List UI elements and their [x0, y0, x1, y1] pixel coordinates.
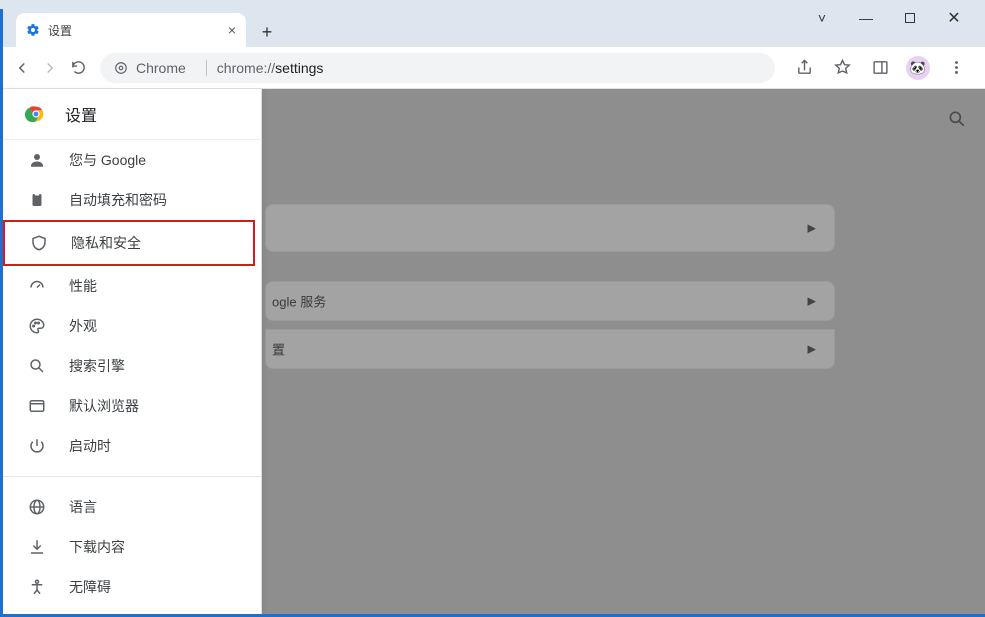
- power-icon: [27, 436, 47, 456]
- sidebar-item-languages[interactable]: 语言: [3, 487, 261, 527]
- back-button[interactable]: [8, 54, 36, 82]
- window-controls: ˅ — ✕: [813, 0, 985, 36]
- download-icon: [27, 537, 47, 557]
- address-bar[interactable]: Chrome chrome://settings: [100, 53, 775, 83]
- tab-settings[interactable]: 设置 ×: [16, 13, 246, 47]
- browser-menu-icon[interactable]: [941, 53, 971, 83]
- window-maximize-button[interactable]: [901, 10, 919, 26]
- profile-avatar[interactable]: 🐼: [903, 53, 933, 83]
- gear-icon: [26, 23, 40, 37]
- new-tab-button[interactable]: +: [252, 17, 282, 47]
- chrome-logo-icon: [25, 103, 47, 125]
- shield-icon: [29, 233, 49, 253]
- sidebar-item-label: 搜索引擎: [69, 356, 125, 376]
- sidebar-item-performance[interactable]: 性能: [3, 266, 261, 306]
- sidebar-item-accessibility[interactable]: 无障碍: [3, 567, 261, 607]
- reload-button[interactable]: [64, 54, 92, 82]
- browser-toolbar: Chrome chrome://settings 🐼: [0, 47, 985, 89]
- sidebar-item-autofill[interactable]: 自动填充和密码: [3, 180, 261, 220]
- sidebar-item-label: 外观: [69, 316, 97, 336]
- sidebar-title: 设置: [65, 102, 97, 126]
- sidebar-item-label: 语言: [69, 497, 97, 517]
- globe-icon: [27, 497, 47, 517]
- sidebar-item-label: 自动填充和密码: [69, 190, 167, 210]
- chevron-right-icon: ▶: [808, 222, 816, 235]
- tab-close-icon[interactable]: ×: [228, 22, 236, 38]
- sidebar-item-on-startup[interactable]: 启动时: [3, 426, 261, 466]
- sidebar-item-label: 您与 Google: [69, 150, 146, 170]
- window-frame: [0, 9, 3, 617]
- side-panel-icon[interactable]: [865, 53, 895, 83]
- share-icon[interactable]: [789, 53, 819, 83]
- search-settings-icon[interactable]: [947, 109, 967, 129]
- content-card-2[interactable]: ogle 服务 ▶: [265, 281, 835, 321]
- speedometer-icon: [27, 276, 47, 296]
- site-info-icon[interactable]: Chrome: [114, 60, 186, 76]
- chevron-right-icon: ▶: [808, 295, 816, 308]
- sidebar-item-default-browser[interactable]: 默认浏览器: [3, 386, 261, 426]
- sidebar-item-you-and-google[interactable]: 您与 Google: [3, 140, 261, 180]
- content-card-3[interactable]: 置 ▶: [265, 329, 835, 369]
- sidebar-item-search-engine[interactable]: 搜索引擎: [3, 346, 261, 386]
- settings-sidebar: 设置 您与 Google 自动填充和密码 隐私和安全 性能 外观 搜索引擎: [3, 89, 262, 614]
- sidebar-item-label: 隐私和安全: [71, 233, 141, 253]
- sidebar-item-appearance[interactable]: 外观: [3, 306, 261, 346]
- forward-button[interactable]: [36, 54, 64, 82]
- sidebar-item-label: 下载内容: [69, 537, 125, 557]
- sidebar-divider: [3, 476, 261, 477]
- chevron-right-icon: ▶: [808, 343, 816, 356]
- tab-title: 设置: [48, 22, 72, 39]
- sidebar-item-label: 无障碍: [69, 577, 111, 597]
- accessibility-icon: [27, 577, 47, 597]
- bookmark-star-icon[interactable]: [827, 53, 857, 83]
- window-close-button[interactable]: ✕: [945, 8, 963, 28]
- sidebar-item-privacy-security[interactable]: 隐私和安全: [3, 220, 255, 266]
- sidebar-item-label: 性能: [69, 276, 97, 296]
- url-text: chrome://settings: [217, 60, 324, 76]
- content-card-1[interactable]: ▶: [265, 204, 835, 252]
- window-dropdown-caret[interactable]: ˅: [813, 10, 831, 26]
- sidebar-item-downloads[interactable]: 下载内容: [3, 527, 261, 567]
- clipboard-icon: [27, 190, 47, 210]
- sidebar-item-label: 默认浏览器: [69, 396, 139, 416]
- sidebar-item-label: 启动时: [69, 436, 111, 456]
- palette-icon: [27, 316, 47, 336]
- window-minimize-button[interactable]: —: [857, 10, 875, 26]
- search-icon: [27, 356, 47, 376]
- person-icon: [27, 150, 47, 170]
- browser-icon: [27, 396, 47, 416]
